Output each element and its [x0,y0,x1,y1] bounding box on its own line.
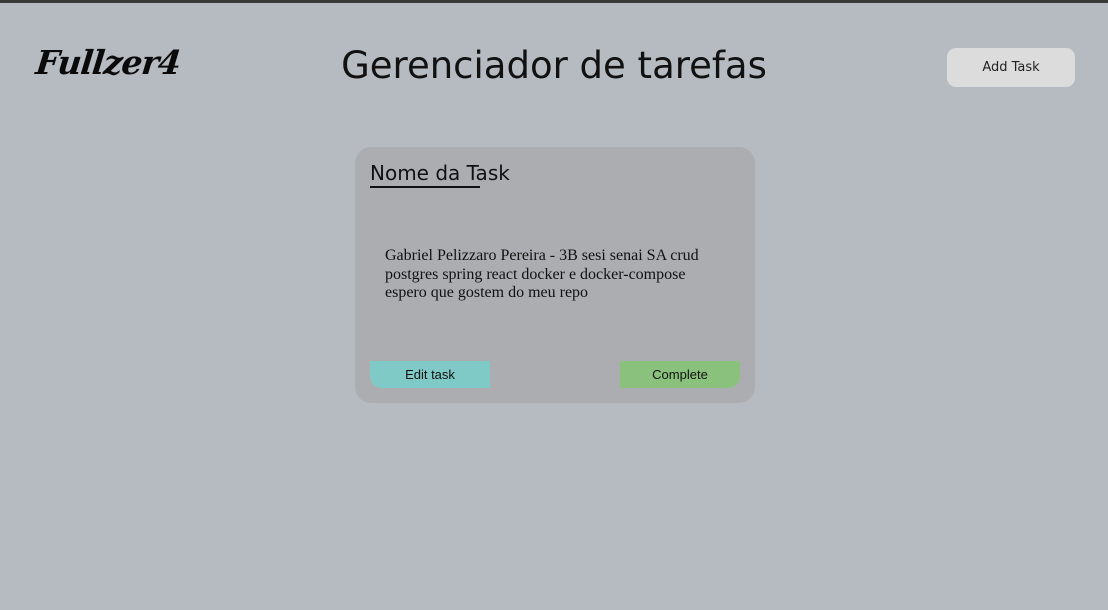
page-title: Gerenciador de tarefas [341,44,767,87]
task-description: Gabriel Pelizzaro Pereira - 3B sesi sena… [385,247,699,301]
task-card: Nome da Task Gabriel Pelizzaro Pereira -… [355,147,755,403]
edit-task-button[interactable]: Edit task [370,361,490,388]
task-title: Nome da Task [370,161,510,185]
task-title-underline [370,186,480,188]
add-task-button[interactable]: Add Task [947,48,1075,87]
complete-button[interactable]: Complete [620,361,740,388]
window-top-border [0,0,1108,3]
